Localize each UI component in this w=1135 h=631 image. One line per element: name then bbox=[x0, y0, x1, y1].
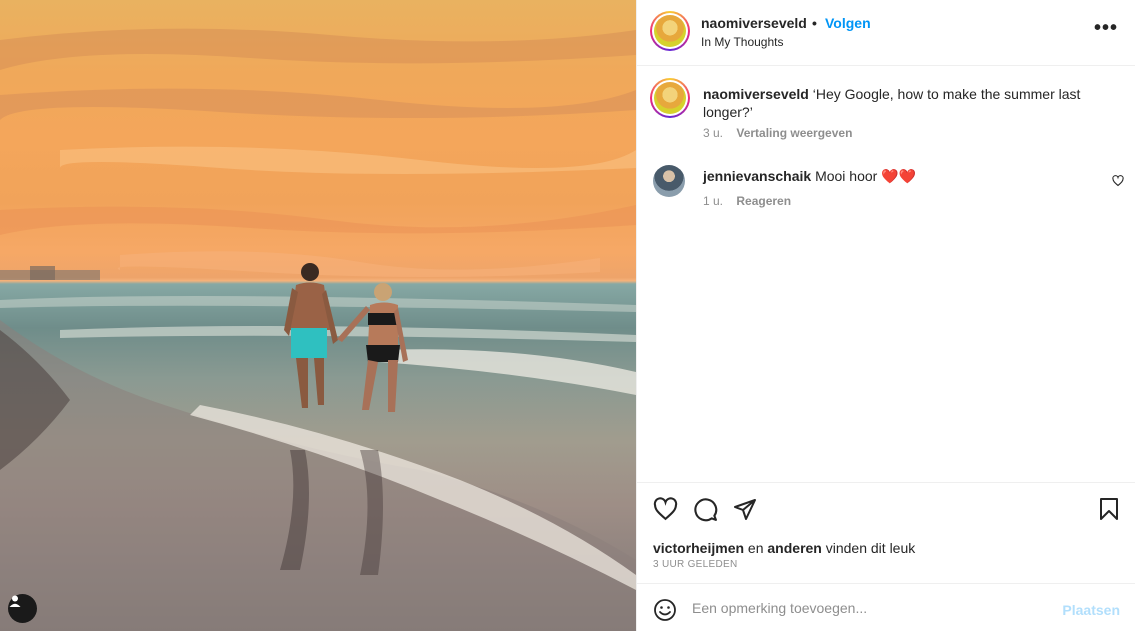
comment-text: jennievanschaik Mooi hoor ❤️❤️ bbox=[703, 167, 916, 185]
post-photo[interactable] bbox=[0, 0, 636, 631]
like-heart-icon[interactable] bbox=[653, 497, 678, 522]
action-bar: victorheijmen en anderen vinden dit leuk… bbox=[637, 482, 1135, 582]
caption-meta: 3 u. Vertaling weergeven bbox=[703, 126, 852, 140]
caption-text: naomiverseveld ‘Hey Google, how to make … bbox=[703, 85, 1103, 121]
liked-by-username[interactable]: victorheijmen bbox=[653, 540, 744, 556]
share-paper-plane-icon[interactable] bbox=[733, 497, 757, 521]
caption-username[interactable]: naomiverseveld bbox=[703, 86, 809, 102]
comment-meta: 1 u. Reageren bbox=[703, 194, 791, 208]
comment-like-heart-icon[interactable] bbox=[1112, 175, 1124, 187]
save-bookmark-icon[interactable] bbox=[1098, 497, 1120, 521]
post-comment-button[interactable]: Plaatsen bbox=[1062, 602, 1120, 618]
comment-age: 1 u. bbox=[703, 194, 724, 208]
instagram-post-modal: naomiverseveld • Volgen In My Thoughts •… bbox=[0, 0, 1135, 631]
follow-button[interactable]: Volgen bbox=[825, 15, 871, 31]
likes-suffix: vinden dit leuk bbox=[825, 540, 916, 556]
add-comment-bar: Plaatsen bbox=[637, 583, 1135, 631]
author-username[interactable]: naomiverseveld bbox=[701, 15, 807, 31]
commenter-avatar[interactable] bbox=[653, 165, 685, 197]
caption-avatar[interactable] bbox=[650, 78, 690, 118]
post-side-panel: naomiverseveld • Volgen In My Thoughts •… bbox=[636, 0, 1135, 631]
comment-input[interactable] bbox=[692, 597, 1052, 619]
post-header: naomiverseveld • Volgen In My Thoughts •… bbox=[637, 0, 1135, 66]
comment-body: Mooi hoor ❤️❤️ bbox=[815, 168, 917, 184]
likes-and: en bbox=[747, 540, 764, 556]
more-options-icon[interactable]: ••• bbox=[1094, 18, 1118, 38]
separator-dot: • bbox=[812, 15, 817, 31]
post-timestamp[interactable]: 3 UUR GELEDEN bbox=[653, 559, 737, 570]
emoji-icon[interactable] bbox=[653, 598, 677, 622]
commenter-username[interactable]: jennievanschaik bbox=[703, 168, 811, 184]
beach-sunset-image bbox=[0, 28, 636, 631]
reply-button[interactable]: Reageren bbox=[736, 194, 791, 208]
tagged-user-icon[interactable] bbox=[8, 594, 37, 623]
likes-summary: victorheijmen en anderen vinden dit leuk bbox=[653, 540, 915, 556]
location-link[interactable]: In My Thoughts bbox=[701, 35, 784, 49]
person-icon bbox=[9, 595, 21, 607]
author-avatar[interactable] bbox=[650, 11, 690, 51]
caption-age: 3 u. bbox=[703, 126, 724, 140]
comment-bubble-icon[interactable] bbox=[693, 497, 718, 522]
others-link[interactable]: anderen bbox=[767, 540, 821, 556]
translate-button[interactable]: Vertaling weergeven bbox=[736, 126, 852, 140]
